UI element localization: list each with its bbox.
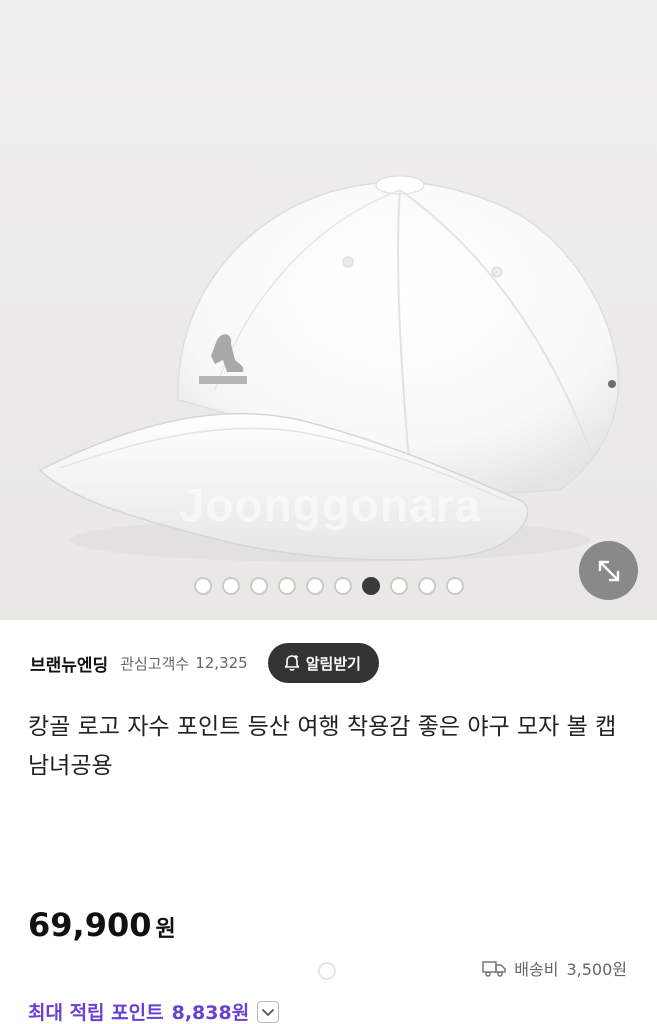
- expand-image-button[interactable]: [579, 541, 638, 600]
- gallery-dot[interactable]: [333, 577, 352, 595]
- points-value: 8,838원: [171, 1002, 250, 1024]
- gallery-dot[interactable]: [445, 577, 464, 595]
- seller-info: 브랜뉴엔딩 관심고객수 12,325 알림받기: [30, 640, 630, 686]
- shipping-label: 배송비: [514, 960, 559, 979]
- gallery-pagination: [0, 577, 657, 595]
- truck-icon: [482, 961, 507, 977]
- gallery-dot[interactable]: [417, 577, 436, 595]
- followers-count: 12,325: [195, 654, 248, 672]
- chevron-down-icon: [262, 1008, 275, 1016]
- points-label: 최대 적립 포인트: [28, 1002, 164, 1024]
- expand-arrows-icon: [598, 560, 619, 581]
- bell-plus-icon: [284, 655, 300, 671]
- watermark-text: Joonggonara: [178, 479, 482, 531]
- seller-name[interactable]: 브랜뉴엔딩: [30, 651, 108, 676]
- product-price: 69,900: [28, 906, 152, 944]
- shipping-value: 3,500원: [566, 960, 627, 979]
- alarm-label: 알림받기: [305, 654, 361, 673]
- gallery-dot[interactable]: [389, 577, 408, 595]
- points-expand-button[interactable]: [257, 1000, 280, 1023]
- gallery-dot[interactable]: [193, 577, 212, 595]
- price-currency: 원: [155, 917, 176, 942]
- followers-label: 관심고객수: [120, 654, 190, 673]
- subscribe-alarm-button[interactable]: 알림받기: [267, 643, 379, 683]
- price-row: 69,900 원: [28, 906, 176, 944]
- product-title: 캉골 로고 자수 포인트 등산 여행 착용감 좋은 야구 모자 볼 캡 남녀공용: [28, 714, 617, 779]
- gallery-dot[interactable]: [221, 577, 240, 595]
- gallery-dot[interactable]: [277, 577, 296, 595]
- loading-indicator: [318, 962, 336, 980]
- gallery-dot[interactable]: [305, 577, 324, 595]
- shipping-info: 배송비 3,500원: [482, 956, 627, 980]
- product-image-gallery[interactable]: Joonggonara: [0, 0, 657, 620]
- gallery-dot[interactable]: [249, 577, 268, 595]
- points-row: 최대 적립 포인트 8,838원: [28, 998, 280, 1024]
- gallery-dot[interactable]: [361, 577, 380, 595]
